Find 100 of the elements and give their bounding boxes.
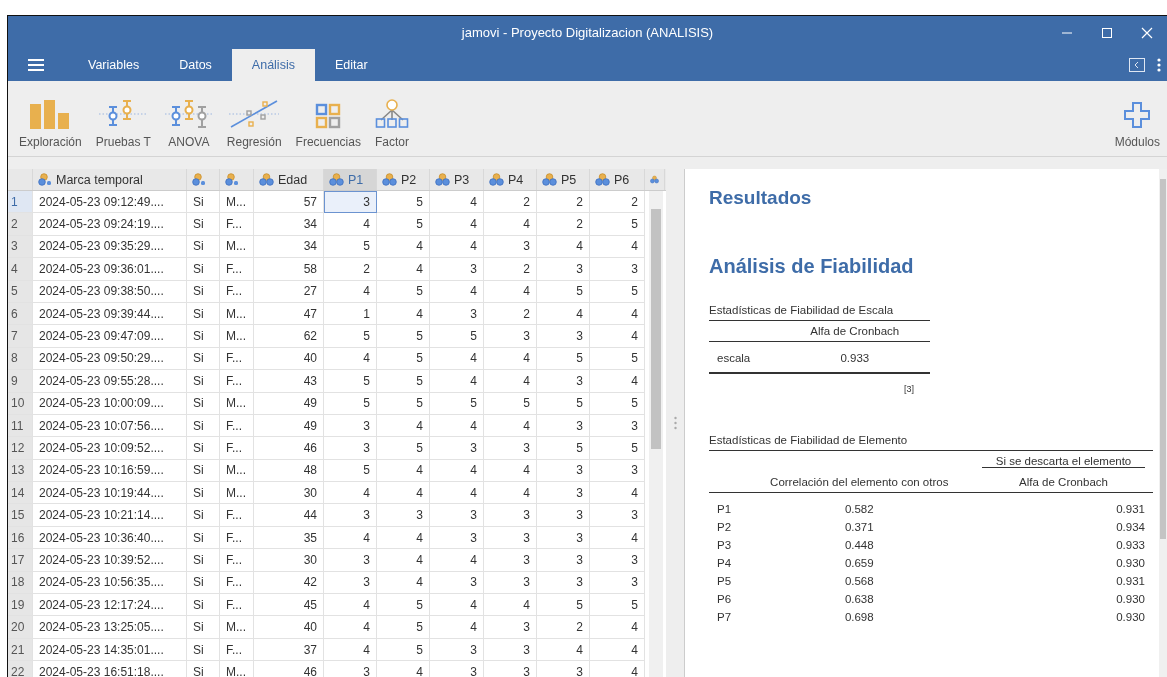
table-cell[interactable]: 3 [537,504,590,527]
table-cell[interactable]: Si [187,280,220,303]
table-cell[interactable]: 4 [484,414,537,438]
table-cell[interactable]: Si [187,482,220,505]
table-cell[interactable]: 2024-05-23 09:12:49.... [33,191,187,214]
table-cell[interactable]: Si [187,594,220,617]
row-number[interactable]: 17 [8,549,33,572]
table-cell[interactable]: 2024-05-23 10:36:40.... [33,526,187,550]
table-cell[interactable]: F... [220,258,254,281]
table-cell[interactable]: F... [220,370,254,393]
row-number[interactable]: 14 [8,482,33,505]
table-cell[interactable]: 4 [537,235,590,259]
table-cell[interactable]: 2024-05-23 09:24:19.... [33,213,187,236]
table-cell[interactable]: 4 [430,347,484,371]
table-cell[interactable]: 3 [537,459,590,483]
table-cell[interactable]: 4 [430,414,484,438]
table-cell[interactable]: 5 [430,392,484,415]
table-cell[interactable]: Si [187,661,220,677]
table-cell[interactable]: 3 [430,638,484,662]
table-cell[interactable]: 2024-05-23 10:16:59.... [33,459,187,483]
table-cell[interactable]: Si [187,302,220,326]
table-cell[interactable]: 3 [430,437,484,460]
row-number[interactable]: 18 [8,571,33,595]
table-cell[interactable]: 4 [430,549,484,572]
table-cell[interactable]: M... [220,325,254,348]
table-cell[interactable]: F... [220,638,254,662]
row-number[interactable]: 19 [8,594,33,617]
table-cell[interactable]: 2 [537,213,590,236]
table-cell[interactable]: F... [220,549,254,572]
table-cell[interactable]: 4 [377,235,430,259]
table-cell[interactable]: 2 [484,302,537,326]
table-cell[interactable]: F... [220,280,254,303]
table-cell[interactable]: 3 [324,504,377,527]
table-cell[interactable]: 3 [324,437,377,460]
table-cell[interactable]: F... [220,414,254,438]
table-cell[interactable]: 44 [254,504,324,527]
table-cell[interactable]: 2024-05-23 09:39:44.... [33,302,187,326]
table-cell[interactable]: 4 [484,594,537,617]
table-cell[interactable]: 4 [430,280,484,303]
row-number[interactable]: 20 [8,616,33,639]
column-header[interactable]: P2 [377,169,430,190]
table-cell[interactable]: 2 [537,191,590,214]
table-cell[interactable]: 4 [430,235,484,259]
table-cell[interactable]: 2024-05-23 14:35:01.... [33,638,187,662]
table-cell[interactable]: 49 [254,414,324,438]
table-cell[interactable]: 5 [377,437,430,460]
table-cell[interactable]: 49 [254,392,324,415]
table-cell[interactable]: 3 [590,459,645,483]
table-cell[interactable]: M... [220,482,254,505]
ribbon-button[interactable]: Frecuencias [288,88,368,149]
table-cell[interactable]: Si [187,258,220,281]
table-cell[interactable]: 4 [590,638,645,662]
table-cell[interactable]: M... [220,392,254,415]
splitter-handle-icon[interactable] [673,416,677,430]
table-cell[interactable]: 2 [484,258,537,281]
tab[interactable]: Variables [64,49,160,81]
table-cell[interactable]: 3 [590,549,645,572]
table-cell[interactable]: 5 [537,437,590,460]
table-cell[interactable]: Si [187,370,220,393]
table-cell[interactable]: Si [187,235,220,259]
table-cell[interactable]: 4 [430,191,484,214]
table-cell[interactable]: 5 [324,325,377,348]
table-cell[interactable]: 5 [324,459,377,483]
table-cell[interactable]: 2024-05-23 10:21:14.... [33,504,187,527]
row-number[interactable]: 13 [8,459,33,483]
table-cell[interactable]: 3 [430,258,484,281]
table-cell[interactable]: F... [220,347,254,371]
table-cell[interactable]: 5 [324,235,377,259]
modules-button[interactable]: Módulos [1107,88,1167,149]
table-cell[interactable]: 4 [430,370,484,393]
table-cell[interactable]: 4 [377,258,430,281]
table-cell[interactable]: 3 [484,504,537,527]
table-cell[interactable]: 2024-05-23 09:50:29.... [33,347,187,371]
table-cell[interactable]: Si [187,504,220,527]
column-header[interactable]: P4 [484,169,537,190]
table-cell[interactable]: 4 [377,526,430,550]
table-cell[interactable]: 2024-05-23 10:39:52.... [33,549,187,572]
table-cell[interactable]: 3 [484,325,537,348]
table-cell[interactable]: 3 [430,571,484,595]
table-cell[interactable]: 4 [590,370,645,393]
column-header[interactable]: P1 [324,169,377,190]
table-cell[interactable]: 4 [324,594,377,617]
table-cell[interactable]: 27 [254,280,324,303]
table-cell[interactable]: 3 [537,370,590,393]
table-cell[interactable]: 2024-05-23 09:47:09.... [33,325,187,348]
table-cell[interactable]: 3 [484,437,537,460]
table-cell[interactable]: 4 [377,302,430,326]
table-cell[interactable]: 2024-05-23 09:38:50.... [33,280,187,303]
table-cell[interactable]: 48 [254,459,324,483]
table-cell[interactable]: 5 [590,213,645,236]
table-cell[interactable]: 4 [430,459,484,483]
table-cell[interactable]: 4 [324,347,377,371]
table-cell[interactable]: 45 [254,594,324,617]
column-header[interactable]: P3 [430,169,484,190]
table-cell[interactable]: 5 [430,325,484,348]
table-cell[interactable]: Si [187,325,220,348]
table-cell[interactable]: Si [187,347,220,371]
table-cell[interactable]: 2024-05-23 12:17:24.... [33,594,187,617]
table-cell[interactable]: F... [220,437,254,460]
table-cell[interactable]: 5 [590,392,645,415]
